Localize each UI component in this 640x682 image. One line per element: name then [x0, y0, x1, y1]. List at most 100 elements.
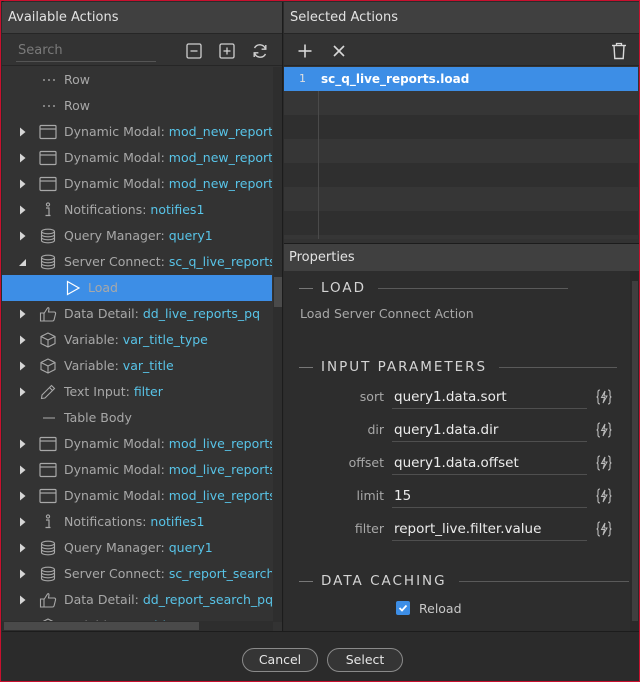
- selected-action-row: [284, 163, 638, 187]
- expand-toggle[interactable]: [16, 509, 28, 535]
- data-binding-picker-icon[interactable]: [594, 387, 614, 407]
- tree-item[interactable]: Variable: var_title_type: [2, 327, 272, 353]
- expand-toggle[interactable]: [16, 483, 28, 509]
- expand-toggle[interactable]: [16, 145, 28, 171]
- data-binding-picker-icon[interactable]: [594, 453, 614, 473]
- expand-toggle[interactable]: [16, 301, 28, 327]
- database-icon: [39, 227, 57, 245]
- expand-toggle[interactable]: [16, 457, 28, 483]
- caret-right-icon: [19, 127, 25, 137]
- tree-item[interactable]: Table Body: [2, 405, 272, 431]
- selected-action-row: [284, 235, 638, 239]
- expand-toggle[interactable]: [16, 249, 28, 275]
- tree-item-label: Dynamic Modal:: [64, 150, 169, 165]
- caret-right-icon: [19, 387, 25, 397]
- expand-toggle[interactable]: [16, 197, 28, 223]
- tree-vertical-scrollbar[interactable]: [273, 67, 282, 622]
- tree-item-text: Row: [64, 67, 90, 93]
- param-label: sort: [359, 389, 384, 404]
- tree-item[interactable]: Server Connect: sc_report_search_pq: [2, 561, 272, 587]
- tree-item-text: Query Manager: query1: [64, 223, 213, 249]
- tree-item[interactable]: Dynamic Modal: mod_live_reports_in: [2, 431, 272, 457]
- tree-item[interactable]: Dynamic Modal: mod_new_report_de: [2, 171, 272, 197]
- selected-action-row[interactable]: 1 sc_q_live_reports.load: [284, 67, 638, 91]
- cube-icon: [39, 331, 57, 349]
- expand-toggle[interactable]: [16, 379, 28, 405]
- expand-toggle[interactable]: [16, 327, 28, 353]
- tree-horizontal-scrollbar[interactable]: [2, 621, 273, 631]
- data-binding-picker-icon[interactable]: [594, 486, 614, 506]
- add-icon[interactable]: [295, 41, 315, 61]
- expand-toggle[interactable]: [16, 119, 28, 145]
- param-row-sort: sort query1.data.sort: [284, 383, 630, 411]
- tree-item[interactable]: Notifications: notifies1: [2, 509, 272, 535]
- param-value-input[interactable]: query1.data.sort: [392, 385, 587, 409]
- param-value-input[interactable]: query1.data.offset: [392, 451, 587, 475]
- param-value-input[interactable]: report_live.filter.value: [392, 517, 587, 541]
- expand-toggle[interactable]: [16, 431, 28, 457]
- tree-item-label: Server Connect:: [64, 566, 169, 581]
- expand-toggle[interactable]: [16, 171, 28, 197]
- tree-item[interactable]: Load: [2, 275, 272, 301]
- caret-right-icon: [19, 205, 25, 215]
- expand-all-icon[interactable]: [217, 41, 237, 61]
- dots-icon: [40, 97, 58, 115]
- tree-item-text: Notifications: notifies1: [64, 197, 204, 223]
- tree-item[interactable]: Query Manager: query1: [2, 535, 272, 561]
- tree-item-value: mod_new_report_de: [168, 176, 272, 191]
- tree-item[interactable]: Variable: var_title: [2, 353, 272, 379]
- selected-action-name: sc_q_live_reports.load: [321, 72, 470, 86]
- selected-action-row: [284, 187, 638, 211]
- checkmark-icon: [398, 604, 408, 612]
- tree-item[interactable]: Data Detail: dd_report_search_pq: [2, 587, 272, 613]
- trash-icon[interactable]: [609, 41, 629, 61]
- properties-vertical-scrollbar[interactable]: [630, 271, 639, 631]
- load-description: Load Server Connect Action: [300, 306, 474, 321]
- tree-item[interactable]: Dynamic Modal: mod_new_report_ed: [2, 145, 272, 171]
- tree-item[interactable]: Row: [2, 67, 272, 93]
- tree-item-label: Dynamic Modal:: [64, 488, 169, 503]
- row-number: 1: [299, 72, 306, 85]
- tree-item-text: Dynamic Modal: mod_new_report_in: [64, 119, 272, 145]
- expand-toggle[interactable]: [16, 353, 28, 379]
- tree-item-label: Notifications:: [64, 202, 151, 217]
- param-value-input[interactable]: 15: [392, 484, 587, 508]
- param-label: filter: [354, 521, 384, 536]
- tree-item-text: Variable: var_title: [64, 353, 174, 379]
- tree-item[interactable]: Dynamic Modal: mod_live_reports_ec: [2, 457, 272, 483]
- tree-item-value: mod_live_reports_de: [168, 488, 272, 503]
- info-icon: [39, 201, 57, 219]
- data-binding-picker-icon[interactable]: [594, 519, 614, 539]
- expand-toggle[interactable]: [16, 561, 28, 587]
- tree-item-text: Variable: var_title_type: [64, 327, 208, 353]
- data-caching-title: DATA CACHING: [321, 573, 447, 589]
- expand-toggle[interactable]: [16, 535, 28, 561]
- remove-icon[interactable]: [329, 41, 349, 61]
- tree-item[interactable]: Dynamic Modal: mod_live_reports_de: [2, 483, 272, 509]
- tree-item[interactable]: Row: [2, 93, 272, 119]
- data-binding-picker-icon[interactable]: [594, 420, 614, 440]
- tree-item[interactable]: Text Input: filter: [2, 379, 272, 405]
- tree-item[interactable]: Notifications: notifies1: [2, 197, 272, 223]
- collapse-all-icon[interactable]: [184, 41, 204, 61]
- caret-right-icon: [19, 543, 25, 553]
- dash-icon: [40, 409, 58, 427]
- reload-checkbox[interactable]: [396, 601, 410, 615]
- tree-item-value: query1: [168, 228, 213, 243]
- param-value-input[interactable]: query1.data.dir: [392, 418, 587, 442]
- modal-icon: [39, 435, 57, 453]
- data-caching-section-title: DATA CACHING: [299, 571, 629, 591]
- tree-item[interactable]: Dynamic Modal: mod_new_report_in: [2, 119, 272, 145]
- cancel-button[interactable]: Cancel: [242, 648, 318, 672]
- caret-right-icon: [19, 231, 25, 241]
- tree-item[interactable]: Server Connect: sc_q_live_reports: [2, 249, 272, 275]
- info-icon: [39, 513, 57, 531]
- search-input[interactable]: [16, 40, 156, 62]
- select-button[interactable]: Select: [327, 648, 403, 672]
- tree-item[interactable]: Query Manager: query1: [2, 223, 272, 249]
- expand-toggle[interactable]: [16, 587, 28, 613]
- refresh-icon[interactable]: [250, 41, 270, 61]
- tree-item-text: Dynamic Modal: mod_new_report_de: [64, 171, 272, 197]
- tree-item[interactable]: Data Detail: dd_live_reports_pq: [2, 301, 272, 327]
- expand-toggle[interactable]: [16, 223, 28, 249]
